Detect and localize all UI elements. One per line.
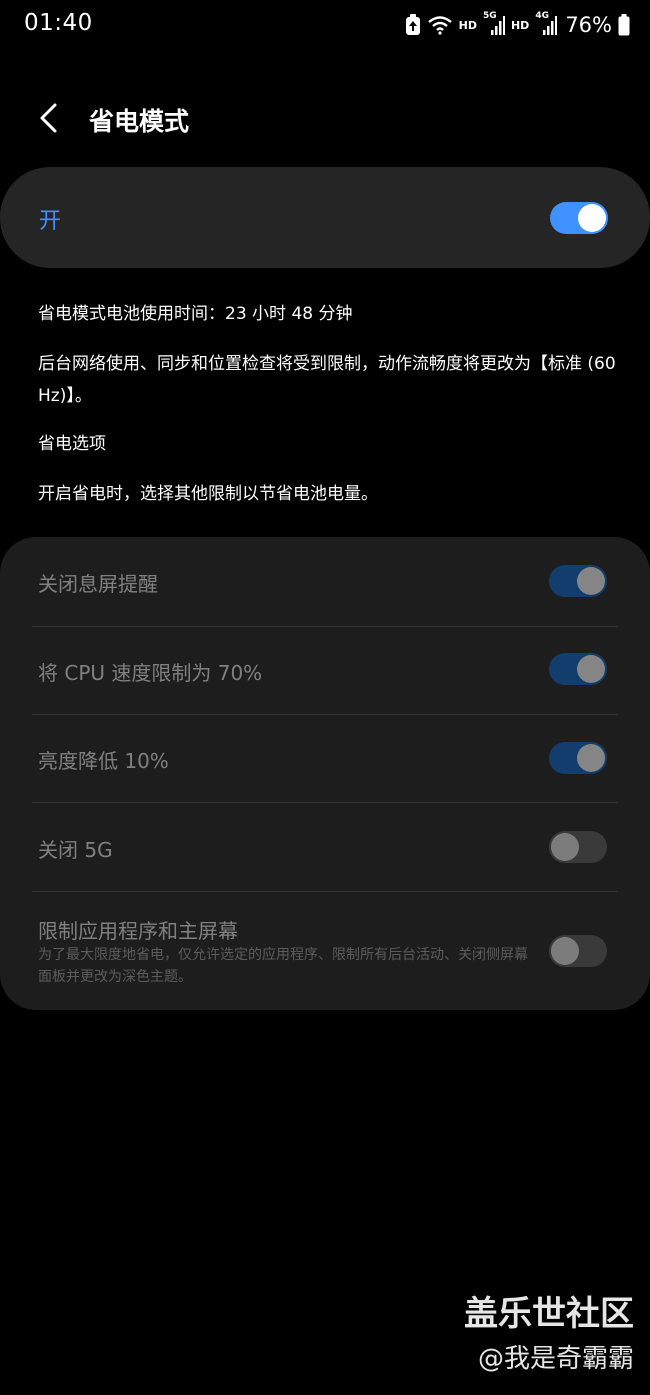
header: 省电模式 bbox=[0, 88, 650, 148]
option-switch-cpu[interactable] bbox=[549, 653, 607, 685]
watermark-site: 盖乐世社区 bbox=[464, 1294, 634, 1334]
restrictions-text: 后台网络使用、同步和位置检查将受到限制，动作流畅度将更改为【标准 (60 Hz)… bbox=[38, 354, 616, 406]
hd-label-2: HD bbox=[510, 18, 530, 32]
battery-percent: 76% bbox=[565, 13, 612, 37]
option-row-brightness[interactable]: 亮度降低 10% bbox=[0, 714, 650, 802]
option-row-restrict-apps[interactable]: 限制应用程序和主屏幕 为了最大限度地省电，仅允许选定的应用程序、限制所有后台活动… bbox=[0, 891, 650, 1010]
battery-saver-icon bbox=[405, 14, 421, 36]
option-row-cpu[interactable]: 将 CPU 速度限制为 70% bbox=[0, 626, 650, 715]
wifi-icon bbox=[427, 15, 453, 35]
option-switch-aod[interactable] bbox=[549, 565, 607, 597]
signal-icon-5g: 5G bbox=[483, 11, 505, 36]
status-bar: 01:40 HD 5G HD 4G 76% bbox=[0, 0, 650, 50]
hd-label-1: HD bbox=[458, 18, 477, 32]
switch-knob bbox=[577, 655, 605, 683]
option-switch-restrict-apps[interactable] bbox=[549, 935, 607, 967]
page-title: 省电模式 bbox=[89, 107, 190, 136]
option-label: 限制应用程序和主屏幕 bbox=[38, 919, 238, 943]
back-button[interactable] bbox=[26, 96, 70, 140]
status-time: 01:40 bbox=[24, 10, 93, 36]
option-sublabel: 为了最大限度地省电，仅允许选定的应用程序、限制所有后台活动、关闭侧屏幕面板并更改… bbox=[38, 947, 528, 985]
switch-knob bbox=[551, 937, 579, 965]
options-heading: 省电选项 bbox=[38, 434, 106, 454]
option-label: 关闭息屏提醒 bbox=[38, 572, 158, 596]
battery-icon bbox=[618, 14, 630, 36]
status-icons: HD 5G HD 4G 76% bbox=[405, 10, 630, 40]
option-switch-brightness[interactable] bbox=[549, 742, 607, 774]
watermark-user: @我是奇霸霸 bbox=[477, 1344, 634, 1374]
switch-knob bbox=[577, 744, 605, 772]
switch-knob bbox=[551, 833, 579, 861]
option-switch-5g[interactable] bbox=[549, 831, 607, 863]
signal-icon-4g: 4G bbox=[535, 11, 558, 36]
switch-knob bbox=[577, 567, 605, 595]
option-row-aod[interactable]: 关闭息屏提醒 bbox=[0, 537, 650, 626]
master-toggle-label: 开 bbox=[39, 209, 62, 234]
option-row-5g[interactable]: 关闭 5G bbox=[0, 802, 650, 891]
option-label: 将 CPU 速度限制为 70% bbox=[38, 661, 263, 685]
option-label: 关闭 5G bbox=[38, 838, 113, 862]
battery-usage-time: 省电模式电池使用时间：23 小时 48 分钟 bbox=[38, 304, 353, 324]
power-saving-options: 关闭息屏提醒 将 CPU 速度限制为 70% 亮度降低 10% 关闭 5G 限制… bbox=[0, 537, 650, 1010]
master-toggle-card[interactable]: 开 bbox=[0, 167, 650, 268]
switch-knob bbox=[578, 204, 606, 232]
chevron-left-icon bbox=[40, 103, 57, 133]
options-description: 开启省电时，选择其他限制以节省电池电量。 bbox=[38, 484, 378, 504]
option-label: 亮度降低 10% bbox=[38, 749, 169, 773]
master-switch[interactable] bbox=[550, 202, 608, 234]
